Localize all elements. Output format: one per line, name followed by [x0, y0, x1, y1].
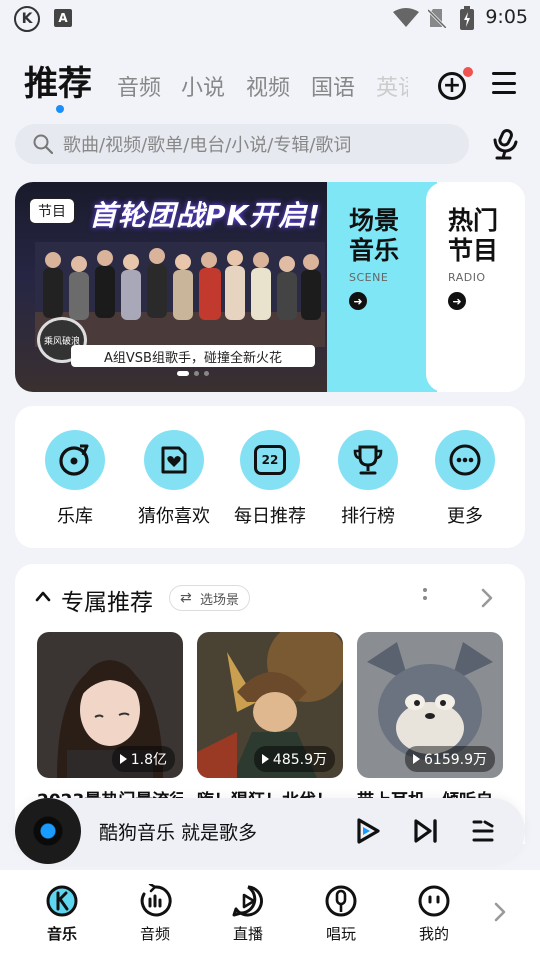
kugou-status-icon: K [14, 6, 40, 32]
promo-banner[interactable]: 节目 首轮团战PK开启! 乘风破浪 A组VSB组歌手，碰撞全新火花 场景 音乐 … [15, 182, 525, 392]
status-bar: K A 9:05 [0, 0, 540, 36]
kebab-menu-icon[interactable] [423, 588, 427, 600]
select-scene-button[interactable]: ⇄ 选场景 [169, 585, 251, 611]
banner-headline: 首轮团战PK开启! [89, 199, 321, 232]
quick-entry-guess[interactable]: 猜你喜欢 [124, 430, 224, 528]
chevron-right-icon[interactable] [481, 588, 493, 608]
mic-icon [325, 885, 357, 917]
audio-icon [140, 882, 172, 917]
heart-note-icon [161, 446, 187, 474]
vinyl-icon [59, 444, 89, 476]
scene-music-panel[interactable]: 场景 音乐 SCENE ➜ [327, 182, 437, 392]
quick-entry-label: 猜你喜欢 [138, 506, 210, 527]
playlist-cover: 485.9万 [197, 632, 343, 778]
quick-entry-charts[interactable]: 排行榜 [318, 430, 418, 528]
quick-entry-label: 乐库 [57, 506, 93, 527]
scene-title-2: 音乐 [349, 236, 400, 265]
quick-entry-panel: 乐库 猜你喜欢 22 每日推荐 排行榜 更多 [15, 406, 525, 548]
voice-search-icon[interactable] [490, 128, 520, 160]
playlist-card[interactable]: 1.8亿 2023最热门最流行 [37, 632, 183, 811]
radio-title-1: 热门 [448, 206, 499, 235]
more-icon [449, 444, 481, 476]
menu-button[interactable] [492, 72, 516, 94]
playlist-queue-icon[interactable] [471, 819, 495, 843]
play-count-icon [413, 754, 420, 764]
active-tab-indicator [56, 105, 64, 113]
tab-recommend[interactable]: 推荐 [24, 56, 92, 105]
tab-audio[interactable]: 音频 [117, 70, 161, 102]
swap-icon: ⇄ [180, 590, 192, 606]
banner-tag: 节目 [29, 198, 75, 224]
arrow-right-icon: ➜ [349, 292, 367, 310]
search-bar[interactable]: 歌曲/视频/歌单/电台/小说/专辑/歌词 [15, 124, 469, 164]
quick-entry-library[interactable]: 乐库 [25, 430, 125, 528]
nav-label: 唱玩 [325, 925, 356, 943]
nav-audio[interactable]: 音频 [125, 882, 185, 944]
radio-title-2: 节目 [448, 236, 499, 265]
carousel-dots [177, 371, 209, 376]
calendar-icon: 22 [254, 445, 286, 475]
nav-label: 直播 [232, 925, 263, 943]
hot-radio-panel[interactable]: 热门 节目 RADIO ➜ [426, 182, 525, 392]
nav-sing[interactable]: 唱玩 [311, 884, 371, 944]
quick-entry-label: 更多 [447, 506, 483, 527]
quick-entry-daily[interactable]: 22 每日推荐 [220, 430, 320, 528]
battery-icon [460, 6, 474, 30]
play-icon[interactable] [355, 817, 381, 845]
nav-mine[interactable]: 我的 [404, 884, 464, 944]
playlist-cover: 6159.9万 [357, 632, 503, 778]
album-disc-icon[interactable] [15, 798, 81, 864]
quick-entry-more[interactable]: 更多 [415, 430, 515, 528]
playlist-card[interactable]: 485.9万 嗨！猖狂！北伐！ [197, 632, 343, 811]
nav-label: 音频 [139, 925, 170, 943]
arrow-right-icon: ➜ [448, 292, 466, 310]
nav-music[interactable]: 音乐 [32, 884, 92, 944]
playlist-cover: 1.8亿 [37, 632, 183, 778]
banner-hero[interactable]: 节目 首轮团战PK开启! 乘风破浪 A组VSB组歌手，碰撞全新火花 [15, 182, 335, 392]
notification-icon: A [54, 9, 72, 27]
bottom-nav: 音乐 音频 直播 唱玩 我的 [0, 870, 540, 960]
scene-subtitle: SCENE [349, 271, 389, 284]
plus-icon: + [442, 73, 462, 98]
notification-badge [463, 67, 473, 77]
nav-label: 音乐 [46, 925, 77, 943]
chevron-right-icon[interactable] [494, 902, 506, 922]
play-count-icon [261, 754, 269, 764]
nav-label: 我的 [418, 925, 449, 943]
chevron-up-icon[interactable] [35, 590, 51, 602]
wifi-icon [393, 8, 419, 27]
tab-video[interactable]: 视频 [246, 70, 290, 102]
clock: 9:05 [485, 6, 528, 28]
quick-entry-label: 每日推荐 [234, 506, 306, 527]
trophy-icon [353, 445, 383, 475]
search-icon [33, 134, 53, 154]
now-playing-title[interactable]: 酷狗音乐 就是歌多 [99, 818, 257, 845]
top-tab-bar: 推荐 音频 小说 视频 国语 英语 + [0, 50, 540, 114]
add-button[interactable]: + [438, 72, 466, 100]
nav-live[interactable]: 直播 [218, 884, 278, 944]
banner-caption: A组VSB组歌手，碰撞全新火花 [71, 345, 315, 367]
quick-entry-label: 排行榜 [341, 506, 395, 527]
mini-player[interactable]: 酷狗音乐 就是歌多 [15, 798, 525, 864]
scene-title-1: 场景 [349, 206, 400, 235]
tab-novel[interactable]: 小说 [181, 70, 225, 102]
live-icon [232, 885, 263, 917]
profile-icon [418, 885, 450, 917]
radio-subtitle: RADIO [448, 271, 486, 284]
search-placeholder: 歌曲/视频/歌单/电台/小说/专辑/歌词 [63, 135, 352, 156]
play-count-icon [119, 754, 127, 764]
kugou-icon [46, 885, 78, 917]
playlist-card[interactable]: 6159.9万 带上耳机，倾听自 [357, 632, 503, 811]
tab-mandarin[interactable]: 国语 [311, 70, 355, 102]
tab-english[interactable]: 英语 [376, 70, 408, 102]
no-sim-icon [428, 8, 446, 28]
section-title: 专属推荐 [61, 590, 153, 616]
next-track-icon[interactable] [413, 817, 439, 845]
